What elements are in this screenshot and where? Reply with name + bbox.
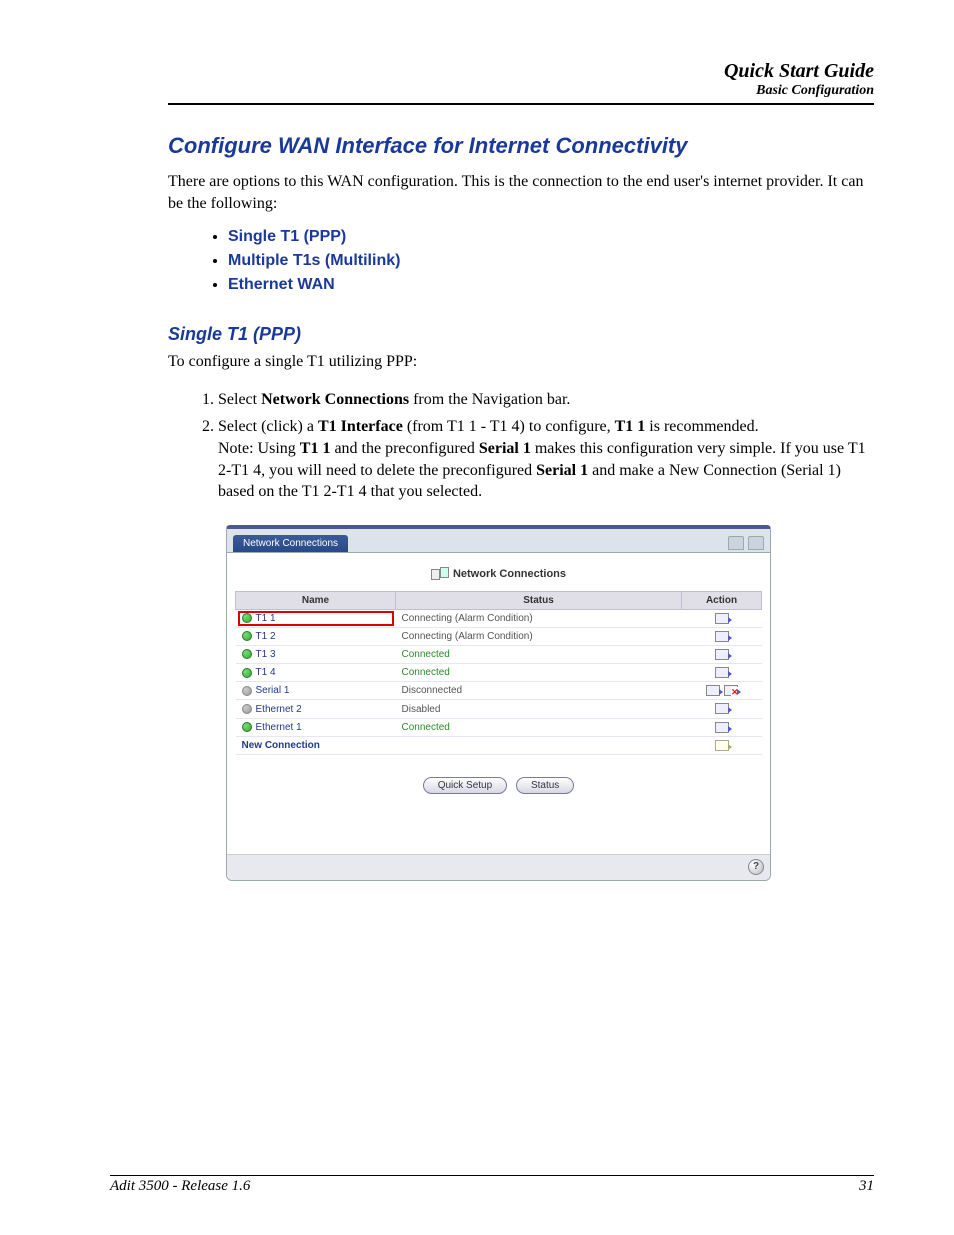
- subsection-heading: Single T1 (PPP): [168, 324, 874, 345]
- connection-action-cell: [682, 718, 762, 736]
- window-control-icon[interactable]: [748, 536, 764, 550]
- table-row: T1 3 Connected: [236, 646, 762, 664]
- table-row: Serial 1 Disconnected: [236, 682, 762, 700]
- connections-table: Name Status Action T1 1 Connecting (Alarm…: [235, 591, 762, 755]
- network-connections-window: Network Connections Network Connections …: [226, 525, 771, 881]
- edit-action-icon[interactable]: [715, 722, 729, 733]
- connection-name-cell[interactable]: T1 4: [236, 664, 396, 682]
- table-row: Ethernet 2 Disabled: [236, 700, 762, 718]
- connection-link[interactable]: T1 1: [256, 613, 276, 624]
- connection-name-cell[interactable]: T1 3: [236, 646, 396, 664]
- delete-action-icon[interactable]: [724, 685, 738, 696]
- interface-status-icon: [242, 631, 252, 641]
- step-item: Select Network Connections from the Navi…: [218, 389, 874, 411]
- connection-action-cell: [682, 627, 762, 645]
- connection-action-cell: [682, 700, 762, 718]
- new-connection-link[interactable]: New Connection: [236, 736, 396, 754]
- subsection-intro: To configure a single T1 utilizing PPP:: [168, 351, 874, 373]
- interface-status-icon: [242, 668, 252, 678]
- connection-link[interactable]: T1 2: [256, 631, 276, 642]
- table-row: T1 4 Connected: [236, 664, 762, 682]
- step-text-bold: T1 Interface: [318, 418, 403, 435]
- step-text-bold: Serial 1: [536, 462, 588, 479]
- window-footer: ?: [227, 854, 770, 880]
- status-button[interactable]: Status: [516, 777, 574, 794]
- table-row: T1 1 Connecting (Alarm Condition): [236, 609, 762, 627]
- interface-status-icon: [242, 613, 252, 623]
- edit-action-icon[interactable]: [706, 685, 720, 696]
- connection-link[interactable]: Ethernet 2: [256, 704, 302, 715]
- connection-action-cell: [682, 646, 762, 664]
- connection-status-cell: Connecting (Alarm Condition): [396, 609, 682, 627]
- help-button[interactable]: ?: [748, 859, 764, 875]
- step-text-bold: Serial 1: [479, 440, 531, 457]
- step-text: and the preconfigured: [330, 440, 478, 457]
- footer-page-number: 31: [859, 1178, 874, 1195]
- footer-left: Adit 3500 - Release 1.6: [110, 1178, 250, 1195]
- option-item: Multiple T1s (Multilink): [228, 252, 874, 270]
- doc-header-subtitle: Basic Configuration: [168, 83, 874, 99]
- step-text: Select: [218, 391, 261, 408]
- edit-action-icon[interactable]: [715, 631, 729, 642]
- col-header-name: Name: [236, 591, 396, 609]
- new-connection-icon[interactable]: [715, 740, 729, 751]
- edit-action-icon[interactable]: [715, 649, 729, 660]
- window-control-icon[interactable]: [728, 536, 744, 550]
- edit-action-icon[interactable]: [715, 667, 729, 678]
- connection-link[interactable]: Serial 1: [256, 685, 290, 696]
- step-text: Select (click) a: [218, 418, 318, 435]
- option-item: Ethernet WAN: [228, 276, 874, 294]
- connection-status-cell: Disabled: [396, 700, 682, 718]
- option-item: Single T1 (PPP): [228, 228, 874, 246]
- step-text-bold: T1 1: [615, 418, 646, 435]
- connection-name-cell[interactable]: Ethernet 2: [236, 700, 396, 718]
- step-text: from the Navigation bar.: [409, 391, 570, 408]
- col-header-action: Action: [682, 591, 762, 609]
- connection-action-cell: [682, 609, 762, 627]
- edit-action-icon[interactable]: [715, 703, 729, 714]
- connection-status-cell: Connected: [396, 646, 682, 664]
- tab-bar: Network Connections: [227, 529, 770, 552]
- connection-status-cell: Connected: [396, 718, 682, 736]
- table-row: Ethernet 1 Connected: [236, 718, 762, 736]
- connection-status-cell: Disconnected: [396, 682, 682, 700]
- interface-status-icon: [242, 686, 252, 696]
- step-text: is recommended.: [645, 418, 758, 435]
- connection-action-cell: [682, 682, 762, 700]
- tab-network-connections[interactable]: Network Connections: [233, 535, 348, 552]
- panel-title: Network Connections: [235, 567, 762, 581]
- doc-header-title: Quick Start Guide: [168, 60, 874, 83]
- header-rule: [168, 103, 874, 105]
- connection-name-cell[interactable]: Serial 1: [236, 682, 396, 700]
- panel-title-text: Network Connections: [453, 568, 566, 580]
- connection-name-cell[interactable]: T1 2: [236, 627, 396, 645]
- interface-status-icon: [242, 649, 252, 659]
- option-list: Single T1 (PPP) Multiple T1s (Multilink)…: [168, 228, 874, 294]
- connection-status-cell: Connected: [396, 664, 682, 682]
- step-list: Select Network Connections from the Navi…: [168, 389, 874, 503]
- step-text: (from T1 1 - T1 4) to configure,: [403, 418, 615, 435]
- step-text-bold: T1 1: [300, 440, 331, 457]
- connection-link[interactable]: Ethernet 1: [256, 722, 302, 733]
- step-item: Select (click) a T1 Interface (from T1 1…: [218, 416, 874, 502]
- step-text: Note: Using: [218, 440, 300, 457]
- connection-name-cell[interactable]: T1 1: [236, 609, 396, 627]
- connection-link[interactable]: T1 3: [256, 649, 276, 660]
- interface-status-icon: [242, 704, 252, 714]
- col-header-status: Status: [396, 591, 682, 609]
- edit-action-icon[interactable]: [715, 613, 729, 624]
- computers-icon: [431, 567, 449, 581]
- step-text-bold: Network Connections: [261, 391, 409, 408]
- table-row: T1 2 Connecting (Alarm Condition): [236, 627, 762, 645]
- connection-link[interactable]: T1 4: [256, 667, 276, 678]
- page-footer: Adit 3500 - Release 1.6 31: [110, 1175, 874, 1195]
- quick-setup-button[interactable]: Quick Setup: [423, 777, 507, 794]
- connection-action-cell: [682, 664, 762, 682]
- interface-status-icon: [242, 722, 252, 732]
- connection-name-cell[interactable]: Ethernet 1: [236, 718, 396, 736]
- section-heading: Configure WAN Interface for Internet Con…: [168, 133, 874, 159]
- connection-status-cell: Connecting (Alarm Condition): [396, 627, 682, 645]
- intro-paragraph: There are options to this WAN configurat…: [168, 171, 874, 214]
